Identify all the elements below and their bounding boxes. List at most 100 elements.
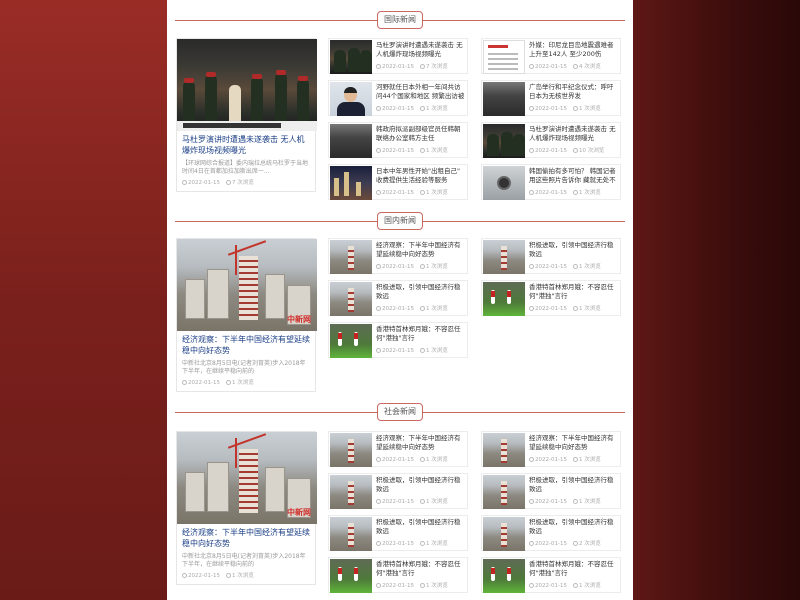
thumbnail-image[interactable] <box>483 40 525 74</box>
list-item[interactable]: 香港特首林郑月娥：不容忍任何"港独"言行 2022-01-15 1 次浏览 <box>481 280 621 316</box>
views-text: 1 次浏览 <box>578 457 601 463</box>
thumbnail-image[interactable] <box>483 282 525 316</box>
item-meta: 2022-01-15 1 次浏览 <box>376 147 448 155</box>
views-text: 1 次浏览 <box>578 264 601 270</box>
item-title[interactable]: 外媒：印尼龙目岛地震遇难者上升至142人 至少200伤 <box>529 41 619 60</box>
section-title[interactable]: 国际新闻 <box>377 11 423 29</box>
list-item[interactable]: 积极进取，引领中国经济行稳致远 2022-01-15 1 次浏览 <box>328 515 468 551</box>
list-item[interactable]: 广岛举行和平纪念仪式：呼吁日本为无核世界发 2022-01-15 1 次浏览 <box>481 80 621 116</box>
thumbnail-image[interactable] <box>330 124 372 158</box>
item-title[interactable]: 马杜罗演讲时遭遇未遂袭击 无人机爆炸现场视频曝光 <box>529 125 619 144</box>
item-title[interactable]: 日本中年男性开始"出租自己" 收费提供生活经验等服务 <box>376 167 466 186</box>
section-title[interactable]: 国内新闻 <box>377 212 423 230</box>
item-title[interactable]: 河野就任日本外相一年间共访问44个国家和地区 频繁出访被 <box>376 83 466 102</box>
eye-icon <box>572 499 578 504</box>
thumbnail-image[interactable] <box>483 475 525 509</box>
thumbnail-image[interactable] <box>330 166 372 200</box>
list-item[interactable]: 外媒：印尼龙目岛地震遇难者上升至142人 至少200伤 2022-01-15 4 … <box>481 38 621 74</box>
featured-image[interactable] <box>177 39 317 131</box>
thumbnail-image[interactable] <box>330 433 372 467</box>
item-title[interactable]: 经济观察：下半年中国经济有望延续稳中向好态势 <box>376 241 466 260</box>
item-title[interactable]: 积极进取，引领中国经济行稳致远 <box>376 283 466 302</box>
featured-title[interactable]: 经济观察：下半年中国经济有望延续稳中向好态势 <box>177 524 315 550</box>
list-item[interactable]: 积极进取，引领中国经济行稳致远 2022-01-15 1 次浏览 <box>328 280 468 316</box>
item-title[interactable]: 积极进取，引领中国经济行稳致远 <box>376 518 466 537</box>
thumbnail-image[interactable] <box>330 282 372 316</box>
thumbnail-image[interactable] <box>483 240 525 274</box>
list-item[interactable]: 韩政府拟派副部级官员任韩朝联络办公室韩方主任 2022-01-15 1 次浏览 <box>328 122 468 158</box>
list-item[interactable]: 积极进取，引领中国经济行稳致远 2022-01-15 1 次浏览 <box>481 238 621 274</box>
item-title[interactable]: 积极进取，引领中国经济行稳致远 <box>529 241 619 260</box>
list-item[interactable]: 香港特首林郑月娥：不容忍任何"港独"言行 2022-01-15 1 次浏览 <box>481 557 621 593</box>
eye-icon <box>419 64 425 69</box>
list-item[interactable]: 韩国偷拍有多可怕？ 韩国记者用这些照片告诉你 藏就无处不 2022-01-15 1… <box>481 164 621 200</box>
list-item[interactable]: 马杜罗演讲时遭遇未遂袭击 无人机爆炸现场视频曝光 2022-01-15 7 次浏览 <box>328 38 468 74</box>
thumbnail-image[interactable] <box>483 517 525 551</box>
item-title[interactable]: 韩政府拟派副部级官员任韩朝联络办公室韩方主任 <box>376 125 466 144</box>
list-item[interactable]: 积极进取，引领中国经济行稳致远 2022-01-15 2 次浏览 <box>481 515 621 551</box>
date-text: 2022-01-15 <box>188 180 220 186</box>
thumbnail-image[interactable] <box>330 559 372 593</box>
section-header-society: 社会新闻 <box>175 402 625 422</box>
thumbnail-image[interactable] <box>483 433 525 467</box>
list-item[interactable]: 经济观察：下半年中国经济有望延续稳中向好态势 2022-01-15 1 次浏览 <box>328 238 468 274</box>
item-title[interactable]: 香港特首林郑月娥：不容忍任何"港独"言行 <box>376 325 466 344</box>
featured-image[interactable]: 中新网 <box>177 239 317 331</box>
featured-title[interactable]: 马杜罗演讲时遭遇未遂袭击 无人机爆炸现场视频曝光 <box>177 131 315 157</box>
list-item[interactable]: 河野就任日本外相一年间共访问44个国家和地区 频繁出访被 2022-01-15 1… <box>328 80 468 116</box>
list-item[interactable]: 日本中年男性开始"出租自己" 收费提供生活经验等服务 2022-01-15 1 次… <box>328 164 468 200</box>
list-item[interactable]: 经济观察：下半年中国经济有望延续稳中向好态势 2022-01-15 1 次浏览 <box>481 431 621 467</box>
clock-icon <box>529 148 534 153</box>
item-title[interactable]: 广岛举行和平纪念仪式：呼吁日本为无核世界发 <box>529 83 619 102</box>
item-title[interactable]: 经济观察：下半年中国经济有望延续稳中向好态势 <box>529 434 619 453</box>
item-title[interactable]: 积极进取，引领中国经济行稳致远 <box>376 476 466 495</box>
thumbnail-image[interactable] <box>483 559 525 593</box>
clock-icon <box>529 64 534 69</box>
eye-icon <box>419 264 425 269</box>
eye-icon <box>572 457 578 462</box>
thumbnail-image[interactable] <box>330 517 372 551</box>
featured-card[interactable]: 中新网 经济观察：下半年中国经济有望延续稳中向好态势 中新社北京8月5日电(记者… <box>176 431 317 585</box>
item-title[interactable]: 香港特首林郑月娥：不容忍任何"港独"言行 <box>376 560 466 579</box>
list-item[interactable]: 香港特首林郑月娥：不容忍任何"港独"言行 2022-01-15 1 次浏览 <box>328 557 468 593</box>
item-title[interactable]: 香港特首林郑月娥：不容忍任何"港独"言行 <box>529 283 619 302</box>
list-item[interactable]: 积极进取，引领中国经济行稳致远 2022-01-15 1 次浏览 <box>481 473 621 509</box>
date-text: 2022-01-15 <box>382 348 414 354</box>
views-text: 1 次浏览 <box>578 190 601 196</box>
featured-card[interactable]: 中新网 经济观察：下半年中国经济有望延续稳中向好态势 中新社北京8月5日电(记者… <box>176 238 317 392</box>
views-text: 2 次浏览 <box>578 541 601 547</box>
date-text: 2022-01-15 <box>382 499 414 505</box>
item-title[interactable]: 香港特首林郑月娥：不容忍任何"港独"言行 <box>529 560 619 579</box>
thumbnail-image[interactable] <box>330 40 372 74</box>
list-item[interactable]: 积极进取，引领中国经济行稳致远 2022-01-15 1 次浏览 <box>328 473 468 509</box>
list-item[interactable]: 经济观察：下半年中国经济有望延续稳中向好态势 2022-01-15 1 次浏览 <box>328 431 468 467</box>
item-meta: 2022-01-15 1 次浏览 <box>376 105 448 113</box>
thumbnail-image[interactable] <box>330 82 372 116</box>
eye-icon <box>572 583 578 588</box>
item-title[interactable]: 积极进取，引领中国经济行稳致远 <box>529 518 619 537</box>
item-title[interactable]: 经济观察：下半年中国经济有望延续稳中向好态势 <box>376 434 466 453</box>
views-text: 1 次浏览 <box>425 106 448 112</box>
eye-icon <box>419 348 425 353</box>
item-title[interactable]: 马杜罗演讲时遭遇未遂袭击 无人机爆炸现场视频曝光 <box>376 41 466 60</box>
thumbnail-image[interactable] <box>483 166 525 200</box>
views-text: 7 次浏览 <box>425 64 448 70</box>
list-item[interactable]: 马杜罗演讲时遭遇未遂袭击 无人机爆炸现场视频曝光 2022-01-15 10 次浏… <box>481 122 621 158</box>
item-title[interactable]: 积极进取，引领中国经济行稳致远 <box>529 476 619 495</box>
clock-icon <box>376 148 381 153</box>
thumbnail-image[interactable] <box>483 124 525 158</box>
item-title[interactable]: 韩国偷拍有多可怕？ 韩国记者用这些照片告诉你 藏就无处不 <box>529 167 619 186</box>
eye-icon <box>572 264 578 269</box>
featured-image[interactable]: 中新网 <box>177 432 317 524</box>
date-text: 2022-01-15 <box>535 148 567 154</box>
date-text: 2022-01-15 <box>382 541 414 547</box>
thumbnail-image[interactable] <box>483 82 525 116</box>
section-title[interactable]: 社会新闻 <box>377 403 423 421</box>
thumbnail-image[interactable] <box>330 240 372 274</box>
featured-title[interactable]: 经济观察：下半年中国经济有望延续稳中向好态势 <box>177 331 315 357</box>
featured-card[interactable]: 马杜罗演讲时遭遇未遂袭击 无人机爆炸现场视频曝光 【环球网综合报道】委内瑞拉总统… <box>176 38 317 192</box>
thumbnail-image[interactable] <box>330 475 372 509</box>
list-item[interactable]: 香港特首林郑月娥：不容忍任何"港独"言行 2022-01-15 1 次浏览 <box>328 322 468 358</box>
clock-icon <box>376 306 381 311</box>
thumbnail-image[interactable] <box>330 324 372 358</box>
